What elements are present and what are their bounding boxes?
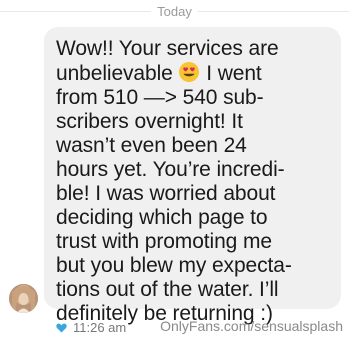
watermark-text: OnlyFans.com/sensualsplash <box>160 318 343 334</box>
heart-icon[interactable] <box>56 323 67 333</box>
message-text: Wow!! Your services are unbelievable I w… <box>56 37 331 326</box>
message-line: deciding which page to <box>56 206 268 229</box>
message-line: wasn’t even been 24 <box>56 134 247 157</box>
avatar-image <box>9 284 38 313</box>
message-line: hours yet. You’re incredi- <box>56 158 285 181</box>
message-line: unbelievable I went <box>56 61 331 86</box>
avatar[interactable] <box>9 284 38 313</box>
message-line: but you blew my expecta- <box>56 254 292 277</box>
message-line: tions out of the water. I’ll <box>56 278 279 301</box>
message-meta: 11:26 am <box>56 320 126 335</box>
message-line: Wow!! Your services are <box>56 37 279 60</box>
message-text-segment: unbelievable <box>56 62 173 85</box>
message-line: from 510 —> 540 sub- <box>56 86 264 109</box>
message-line: ble! I was worried about <box>56 182 276 205</box>
message-text-segment: I went <box>200 62 262 85</box>
day-separator-label: Today <box>151 4 198 19</box>
message-line: scribers overnight! It <box>56 110 243 133</box>
message-time: 11:26 am <box>73 320 127 335</box>
message-line: trust with promoting me <box>56 230 272 253</box>
message-bubble[interactable]: Wow!! Your services are unbelievable I w… <box>44 27 341 325</box>
heart-eyes-emoji-icon <box>179 62 200 82</box>
day-separator: Today <box>0 4 349 19</box>
